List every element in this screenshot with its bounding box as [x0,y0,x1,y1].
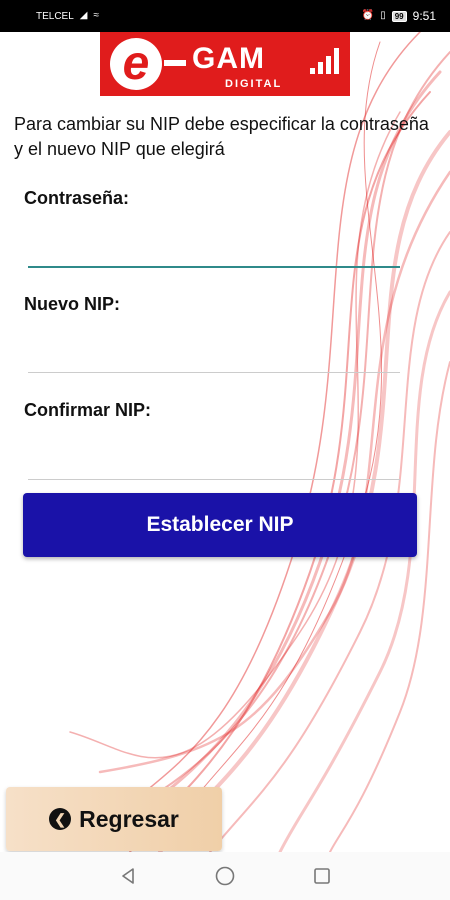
password-field[interactable] [28,230,400,268]
wifi-icon: ≈ [93,10,100,21]
clock: 9:51 [412,9,436,23]
app-logo: e GAM DIGITAL [100,32,350,96]
new-nip-field[interactable] [28,336,400,373]
new-nip-label: Nuevo NIP: [24,294,121,314]
instructions-text: Para cambiar su NIP debe especificar la … [14,114,429,159]
carrier-label: TELCEL [36,10,74,22]
logo-dash [164,60,186,66]
nav-home-icon[interactable] [205,856,245,896]
status-left: TELCEL ◢ ≈ [36,11,99,22]
password-label: Contraseña: [24,188,130,208]
circle-chevron-left-icon: ❮ [49,808,72,830]
confirm-nip-label: Confirmar NIP: [24,400,152,420]
logo-letter: e [110,38,162,90]
status-right: ⏰ ▯ 99 9:51 [362,9,436,23]
vibrate-icon: ▯ [380,10,386,21]
nav-recents-icon[interactable] [302,856,342,896]
system-nav-bar [0,852,450,900]
signal-icon: ◢ [79,10,88,21]
back-button-label: Regresar [79,805,179,832]
alarm-icon: ⏰ [361,10,375,21]
logo-subtitle: DIGITAL [225,78,283,90]
battery-icon: 99 [391,10,407,22]
confirm-nip-field[interactable] [28,443,400,480]
logo-name: GAM [192,42,265,75]
set-nip-button[interactable]: Establecer NIP [23,493,417,557]
status-bar: TELCEL ◢ ≈ ⏰ ▯ 99 9:51 [0,0,450,32]
back-button[interactable]: ❮ Regresar [6,787,222,851]
nav-back-icon[interactable] [108,856,148,896]
signal-bars-icon [310,46,344,74]
